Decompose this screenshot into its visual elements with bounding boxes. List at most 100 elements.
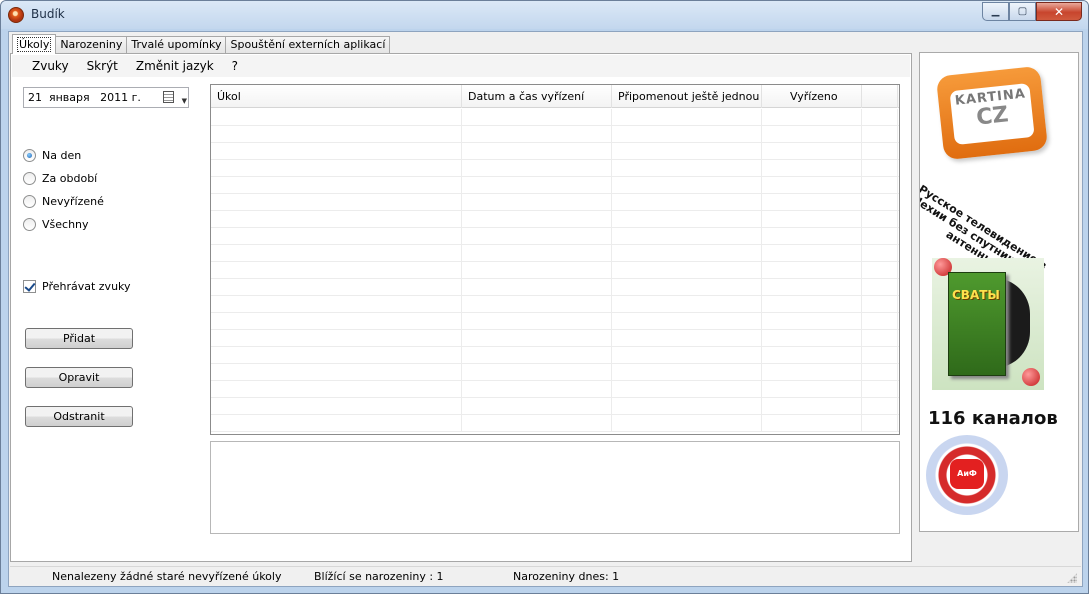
title-bar[interactable]: Budík ▁ ▢ ✕ [1, 1, 1088, 29]
task-detail-box[interactable] [210, 441, 900, 534]
table-cell[interactable] [462, 296, 612, 313]
tab-trvale-upominky[interactable]: Trvalé upomínky [126, 36, 227, 54]
table-row[interactable] [211, 143, 899, 160]
radio-vsechny[interactable]: Všechny [23, 216, 89, 232]
table-cell[interactable] [462, 364, 612, 381]
table-cell[interactable] [862, 194, 898, 211]
date-picker[interactable]: 21 января 2011 г. ▼ [23, 87, 189, 108]
table-row[interactable] [211, 126, 899, 143]
table-row[interactable] [211, 313, 899, 330]
table-cell[interactable] [462, 347, 612, 364]
table-cell[interactable] [612, 415, 762, 432]
table-cell[interactable] [462, 398, 612, 415]
table-cell[interactable] [612, 381, 762, 398]
table-cell[interactable] [862, 296, 898, 313]
resize-grip-icon[interactable] [1067, 573, 1077, 583]
table-cell[interactable] [862, 109, 898, 126]
table-cell[interactable] [762, 194, 862, 211]
table-cell[interactable] [211, 109, 462, 126]
table-cell[interactable] [462, 228, 612, 245]
table-cell[interactable] [211, 211, 462, 228]
table-cell[interactable] [462, 381, 612, 398]
radio-nevyrizene[interactable]: Nevyřízené [23, 193, 104, 209]
table-cell[interactable] [862, 313, 898, 330]
table-row[interactable] [211, 245, 899, 262]
table-row[interactable] [211, 177, 899, 194]
table-row[interactable] [211, 398, 899, 415]
table-cell[interactable] [762, 296, 862, 313]
table-cell[interactable] [862, 126, 898, 143]
table-cell[interactable] [462, 160, 612, 177]
table-row[interactable] [211, 211, 899, 228]
table-cell[interactable] [462, 211, 612, 228]
table-cell[interactable] [762, 415, 862, 432]
table-cell[interactable] [862, 211, 898, 228]
advertisement-banner[interactable]: KARTINA CZ Русское телевидение в Чехии б… [919, 52, 1079, 532]
table-cell[interactable] [612, 279, 762, 296]
table-cell[interactable] [462, 126, 612, 143]
table-cell[interactable] [211, 126, 462, 143]
table-cell[interactable] [462, 194, 612, 211]
table-cell[interactable] [462, 279, 612, 296]
table-cell[interactable] [862, 279, 898, 296]
table-row[interactable] [211, 364, 899, 381]
table-cell[interactable] [462, 262, 612, 279]
table-cell[interactable] [211, 177, 462, 194]
chevron-down-icon[interactable]: ▼ [182, 92, 187, 111]
table-cell[interactable] [612, 330, 762, 347]
menu-zmenit-jazyk[interactable]: Změnit jazyk [127, 55, 223, 77]
calendar-icon[interactable] [163, 91, 174, 103]
close-button[interactable]: ✕ [1036, 2, 1082, 21]
table-cell[interactable] [762, 381, 862, 398]
table-cell[interactable] [211, 398, 462, 415]
table-cell[interactable] [762, 313, 862, 330]
play-sounds-checkbox[interactable] [23, 280, 36, 293]
table-cell[interactable] [612, 228, 762, 245]
table-cell[interactable] [612, 313, 762, 330]
table-cell[interactable] [462, 415, 612, 432]
tab-ukoly[interactable]: Úkoly [12, 34, 57, 54]
table-cell[interactable] [862, 347, 898, 364]
table-row[interactable] [211, 296, 899, 313]
table-row[interactable] [211, 228, 899, 245]
table-cell[interactable] [462, 330, 612, 347]
table-cell[interactable] [462, 313, 612, 330]
table-cell[interactable] [762, 398, 862, 415]
table-cell[interactable] [762, 364, 862, 381]
table-cell[interactable] [211, 313, 462, 330]
minimize-button[interactable]: ▁ [982, 2, 1009, 21]
table-cell[interactable] [211, 347, 462, 364]
radio-na-den[interactable]: Na den [23, 147, 81, 163]
table-cell[interactable] [862, 143, 898, 160]
table-cell[interactable] [612, 364, 762, 381]
radio-button[interactable] [23, 217, 36, 231]
table-cell[interactable] [762, 109, 862, 126]
table-cell[interactable] [762, 177, 862, 194]
table-cell[interactable] [862, 364, 898, 381]
table-cell[interactable] [862, 245, 898, 262]
table-cell[interactable] [612, 126, 762, 143]
table-cell[interactable] [211, 415, 462, 432]
table-cell[interactable] [612, 194, 762, 211]
table-cell[interactable] [211, 262, 462, 279]
table-cell[interactable] [462, 245, 612, 262]
table-cell[interactable] [211, 296, 462, 313]
table-body[interactable] [211, 109, 899, 434]
table-cell[interactable] [762, 143, 862, 160]
table-cell[interactable] [862, 228, 898, 245]
table-cell[interactable] [862, 177, 898, 194]
table-cell[interactable] [862, 330, 898, 347]
menu-skryt[interactable]: Skrýt [78, 55, 127, 77]
table-cell[interactable] [211, 245, 462, 262]
table-cell[interactable] [762, 160, 862, 177]
table-cell[interactable] [862, 262, 898, 279]
column-header-vyrizeno[interactable]: Vyřízeno [762, 85, 862, 108]
radio-button[interactable] [23, 148, 36, 162]
table-row[interactable] [211, 279, 899, 296]
edit-button[interactable]: Opravit [25, 367, 133, 388]
table-cell[interactable] [462, 109, 612, 126]
table-row[interactable] [211, 194, 899, 211]
column-header-datum[interactable]: Datum a čas vyřízení [462, 85, 612, 108]
maximize-button[interactable]: ▢ [1009, 2, 1036, 21]
play-sounds-checkbox-row[interactable]: Přehrávat zvuky [23, 280, 131, 293]
